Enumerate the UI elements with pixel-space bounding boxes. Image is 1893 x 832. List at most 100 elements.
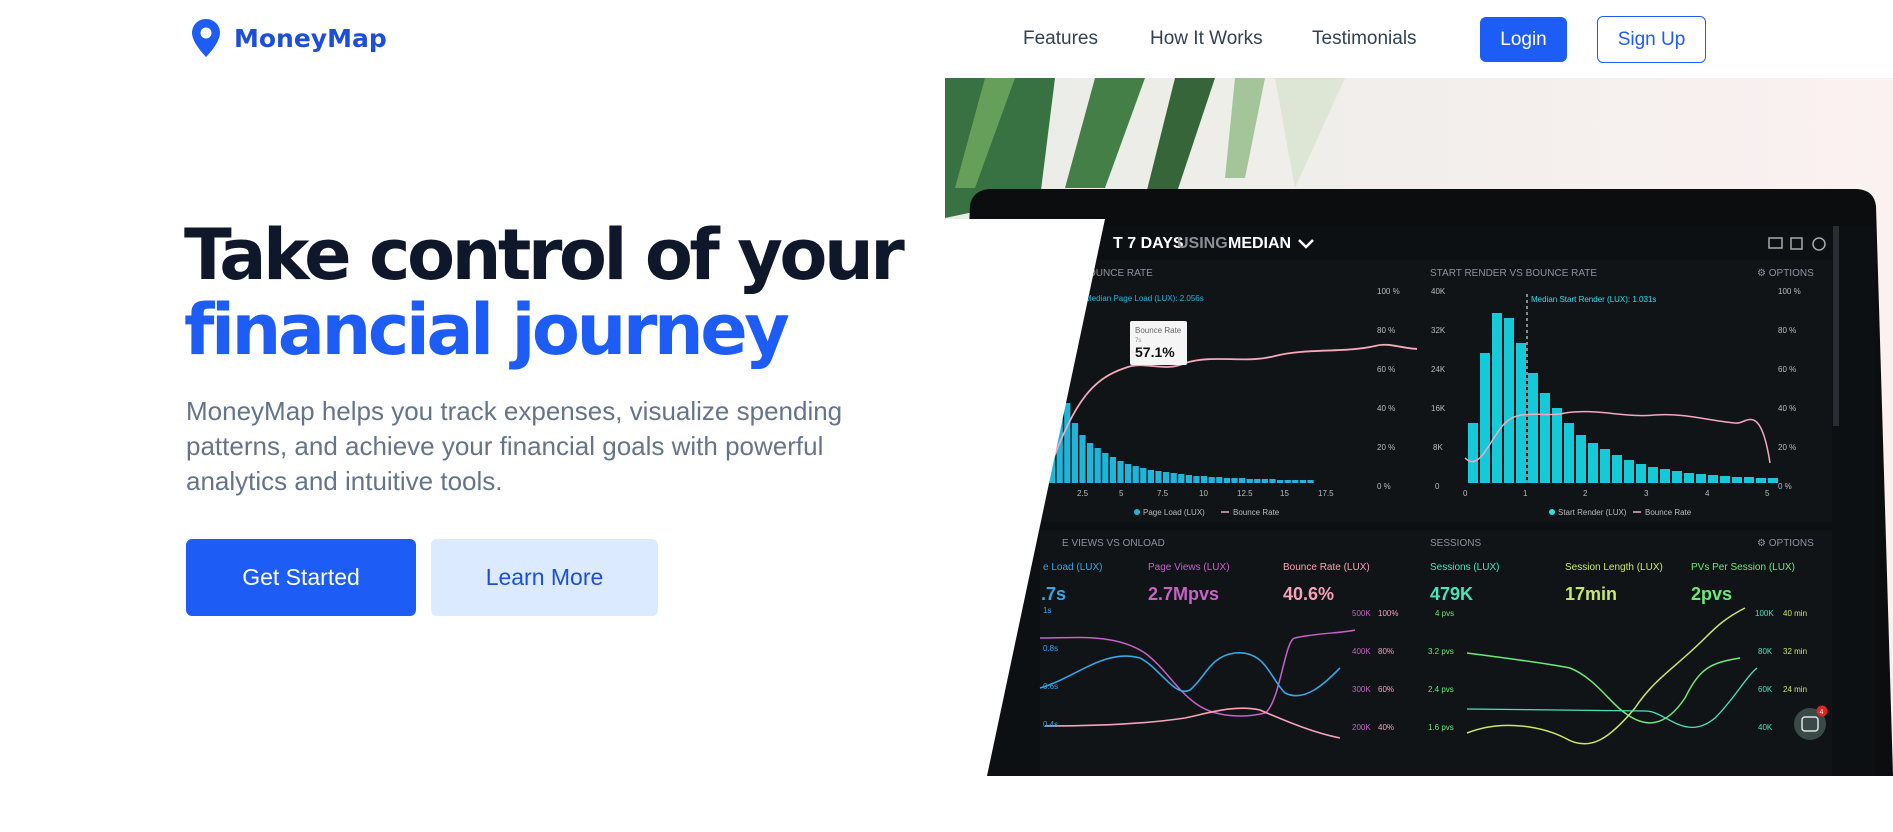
svg-text:40%: 40% xyxy=(1378,723,1394,732)
svg-text:2pvs: 2pvs xyxy=(1691,584,1732,604)
svg-text:START RENDER VS BOUNCE RATE: START RENDER VS BOUNCE RATE xyxy=(1430,268,1597,279)
svg-text:PVs Per Session (LUX): PVs Per Session (LUX) xyxy=(1691,562,1795,573)
svg-text:60%: 60% xyxy=(1378,685,1394,694)
svg-text:E VIEWS VS ONLOAD: E VIEWS VS ONLOAD xyxy=(1062,538,1165,549)
svg-text:17.5: 17.5 xyxy=(1318,489,1334,498)
svg-text:MEDIAN: MEDIAN xyxy=(1228,235,1291,252)
hero-title-line2: financial journey xyxy=(184,289,790,371)
svg-text:60K: 60K xyxy=(1758,685,1773,694)
svg-text:100K: 100K xyxy=(1755,609,1774,618)
svg-text:⚙ OPTIONS: ⚙ OPTIONS xyxy=(1757,268,1814,279)
svg-text:Bounce Rate: Bounce Rate xyxy=(1135,326,1182,335)
brand-name: MoneyMap xyxy=(234,23,387,53)
learn-more-button[interactable]: Learn More xyxy=(431,539,658,616)
svg-text:e Load (LUX): e Load (LUX) xyxy=(1043,562,1102,573)
nav-link-how-it-works[interactable]: How It Works xyxy=(1150,28,1263,50)
svg-text:12.5: 12.5 xyxy=(1237,489,1253,498)
top-nav: MoneyMap Features How It Works Testimoni… xyxy=(0,0,1893,78)
get-started-button[interactable]: Get Started xyxy=(186,539,416,616)
svg-text:3: 3 xyxy=(1644,489,1649,498)
svg-text:60 %: 60 % xyxy=(1377,365,1395,374)
svg-text:40.6%: 40.6% xyxy=(1283,584,1334,604)
svg-text:1.6 pvs: 1.6 pvs xyxy=(1428,723,1454,732)
svg-text:24 min: 24 min xyxy=(1783,685,1807,694)
svg-text:1s: 1s xyxy=(1043,606,1051,615)
svg-text:15: 15 xyxy=(1280,489,1289,498)
svg-text:8K: 8K xyxy=(1433,443,1443,452)
svg-text:100%: 100% xyxy=(1378,609,1398,618)
svg-text:Bounce Rate: Bounce Rate xyxy=(1233,508,1280,517)
svg-text:7.5: 7.5 xyxy=(1157,489,1169,498)
svg-text:0.6s: 0.6s xyxy=(1043,682,1058,691)
svg-text:5: 5 xyxy=(1765,489,1770,498)
svg-text:57.1%: 57.1% xyxy=(1135,344,1175,360)
svg-text:24K: 24K xyxy=(1431,365,1446,374)
hero-title: Take control of your financial journey xyxy=(184,214,905,371)
hero-title-line1: Take control of your xyxy=(184,214,905,296)
svg-text:40 %: 40 % xyxy=(1377,404,1395,413)
svg-text:0.4s: 0.4s xyxy=(1043,720,1058,729)
svg-text:5: 5 xyxy=(1119,489,1124,498)
svg-text:200K: 200K xyxy=(1352,723,1371,732)
svg-text:2.5: 2.5 xyxy=(1077,489,1089,498)
signup-button[interactable]: Sign Up xyxy=(1597,16,1706,63)
svg-text:Bounce Rate (LUX): Bounce Rate (LUX) xyxy=(1283,562,1370,573)
svg-text:40K: 40K xyxy=(1431,287,1446,296)
svg-text:.7s: .7s xyxy=(1041,584,1066,604)
svg-text:OUNCE RATE: OUNCE RATE xyxy=(1088,268,1153,279)
svg-text:2: 2 xyxy=(1583,489,1588,498)
svg-text:400K: 400K xyxy=(1352,647,1371,656)
svg-text:0.8s: 0.8s xyxy=(1043,644,1058,653)
map-pin-icon xyxy=(192,19,220,57)
svg-text:17min: 17min xyxy=(1565,584,1617,604)
svg-text:20 %: 20 % xyxy=(1377,443,1395,452)
svg-text:USING: USING xyxy=(1177,235,1228,252)
svg-text:2.4 pvs: 2.4 pvs xyxy=(1428,685,1454,694)
svg-text:100 %: 100 % xyxy=(1377,287,1400,296)
svg-text:32 min: 32 min xyxy=(1783,647,1807,656)
svg-text:16K: 16K xyxy=(1431,404,1446,413)
hero-image: T 7 DAYS USING MEDIAN OUNCE RATE ⚙ OPTIO… xyxy=(945,78,1893,776)
svg-text:4: 4 xyxy=(1820,709,1824,716)
svg-text:300K: 300K xyxy=(1352,685,1371,694)
hero-subtitle: MoneyMap helps you track expenses, visua… xyxy=(186,396,843,496)
svg-text:3.2 pvs: 3.2 pvs xyxy=(1428,647,1454,656)
svg-text:0 %: 0 % xyxy=(1377,482,1391,491)
laptop-dashboard-illustration: T 7 DAYS USING MEDIAN OUNCE RATE ⚙ OPTIO… xyxy=(945,78,1893,776)
svg-text:80K: 80K xyxy=(1758,647,1773,656)
brand[interactable]: MoneyMap xyxy=(190,18,387,58)
nav-link-features[interactable]: Features xyxy=(1023,28,1098,50)
svg-text:SESSIONS: SESSIONS xyxy=(1430,538,1481,549)
svg-text:80 %: 80 % xyxy=(1778,326,1796,335)
svg-text:40K: 40K xyxy=(1758,723,1773,732)
svg-text:4 pvs: 4 pvs xyxy=(1435,609,1454,618)
svg-text:Median Page Load (LUX): 2.056s: Median Page Load (LUX): 2.056s xyxy=(1085,294,1204,303)
svg-text:Sessions (LUX): Sessions (LUX) xyxy=(1430,562,1499,573)
nav-link-testimonials[interactable]: Testimonials xyxy=(1312,28,1417,50)
svg-text:40 min: 40 min xyxy=(1783,609,1807,618)
svg-text:Median Start Render (LUX): 1.0: Median Start Render (LUX): 1.031s xyxy=(1531,295,1656,304)
svg-text:60 %: 60 % xyxy=(1778,365,1796,374)
svg-text:479K: 479K xyxy=(1430,584,1473,604)
svg-text:Page Load (LUX): Page Load (LUX) xyxy=(1143,508,1205,517)
svg-text:40 %: 40 % xyxy=(1778,404,1796,413)
svg-text:20 %: 20 % xyxy=(1778,443,1796,452)
login-button[interactable]: Login xyxy=(1480,17,1567,62)
svg-text:0: 0 xyxy=(1463,489,1468,498)
svg-text:Bounce Rate: Bounce Rate xyxy=(1645,508,1692,517)
svg-text:0 %: 0 % xyxy=(1778,482,1792,491)
svg-text:80 %: 80 % xyxy=(1377,326,1395,335)
svg-text:100 %: 100 % xyxy=(1778,287,1801,296)
svg-text:Start Render (LUX): Start Render (LUX) xyxy=(1558,508,1627,517)
svg-text:4: 4 xyxy=(1705,489,1710,498)
svg-text:32K: 32K xyxy=(1431,326,1446,335)
svg-text:1: 1 xyxy=(1523,489,1528,498)
svg-text:500K: 500K xyxy=(1352,609,1371,618)
svg-text:Session Length (LUX): Session Length (LUX) xyxy=(1565,562,1663,573)
svg-text:T 7 DAYS: T 7 DAYS xyxy=(1113,235,1184,252)
svg-text:10: 10 xyxy=(1199,489,1208,498)
svg-text:80%: 80% xyxy=(1378,647,1394,656)
svg-text:2.7Mpvs: 2.7Mpvs xyxy=(1148,584,1219,604)
svg-text:Page Views (LUX): Page Views (LUX) xyxy=(1148,562,1230,573)
svg-text:⚙ OPTIONS: ⚙ OPTIONS xyxy=(1757,538,1814,549)
